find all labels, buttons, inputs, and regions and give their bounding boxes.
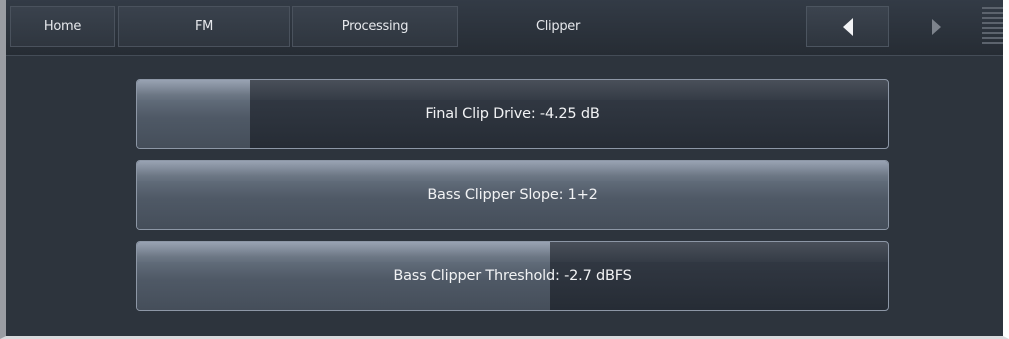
back-button[interactable] [806,6,889,47]
tab-home-label: Home [43,19,82,34]
top-navigation-bar: Home FM Processing Clipper [6,0,1003,56]
app-window: Home FM Processing Clipper Final Clip Dr… [0,0,1009,339]
bass-clipper-slope-slider[interactable]: Bass Clipper Slope: 1+2 [136,160,889,230]
bass-clipper-slope-label: Bass Clipper Slope: 1+2 [427,187,598,203]
tab-fm-label: FM [194,19,214,34]
current-page-title: Clipper [458,6,658,47]
final-clip-drive-slider[interactable]: Final Clip Drive: -4.25 dB [136,79,889,149]
forward-button[interactable] [904,6,969,47]
menu-button[interactable] [982,7,1003,47]
tab-home[interactable]: Home [10,6,115,47]
tab-processing[interactable]: Processing [292,6,458,47]
triangle-right-icon [932,18,941,35]
triangle-left-icon [842,17,853,36]
bass-clipper-threshold-label: Bass Clipper Threshold: -2.7 dBFS [393,268,632,284]
tab-processing-label: Processing [341,19,409,34]
current-page-label: Clipper [535,19,581,34]
final-clip-drive-label: Final Clip Drive: -4.25 dB [425,106,600,122]
bass-clipper-threshold-slider[interactable]: Bass Clipper Threshold: -2.7 dBFS [136,241,889,311]
tab-fm[interactable]: FM [118,6,290,47]
